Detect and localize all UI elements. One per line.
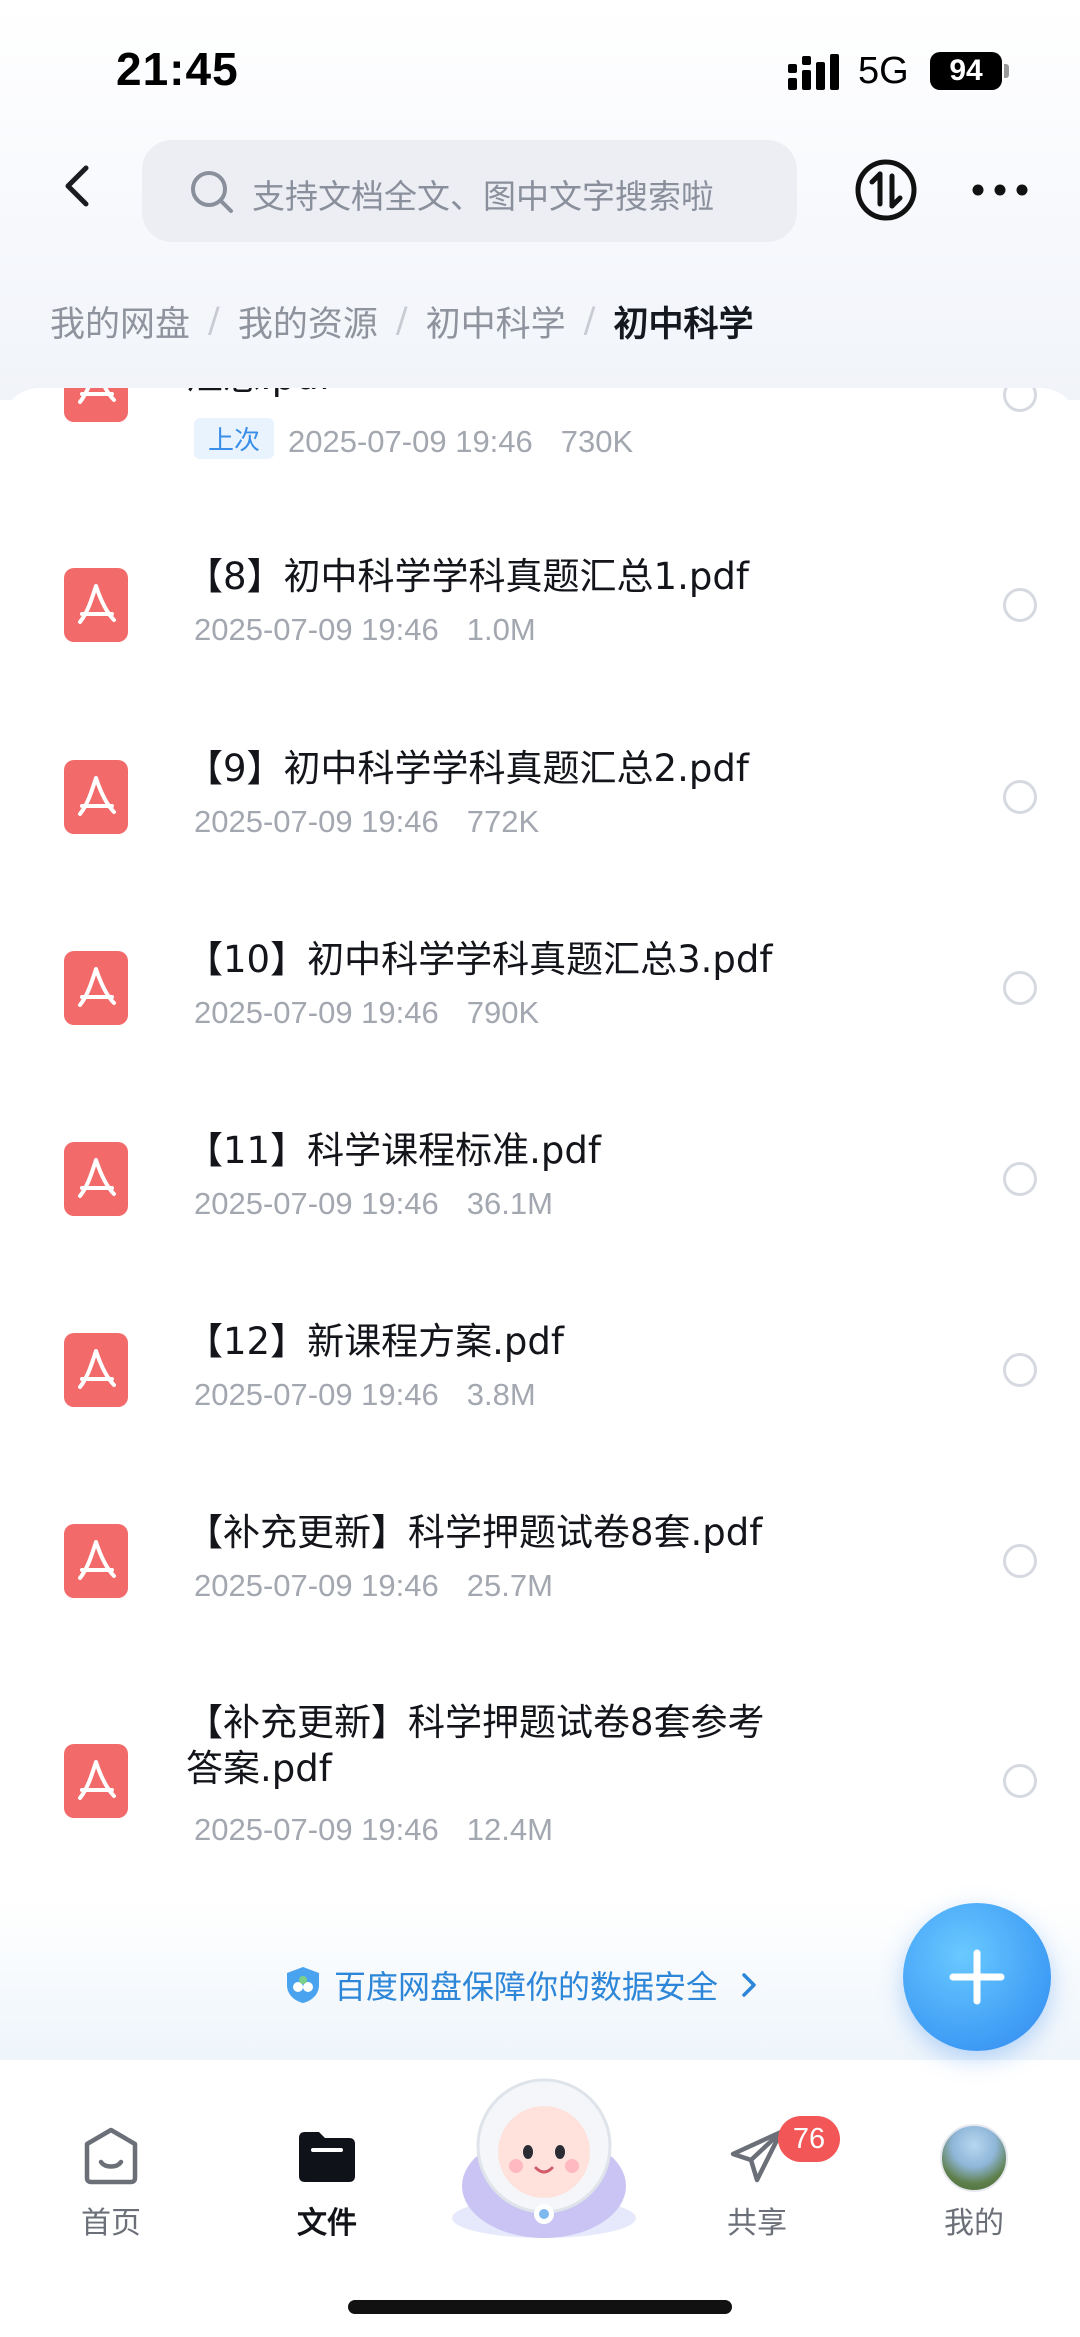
avatar — [940, 2124, 1008, 2192]
file-size: 790K — [466, 995, 540, 1030]
file-name: 【10】初中科学学科真题汇总3.pdf — [186, 938, 773, 981]
network-type: 5G — [858, 50, 909, 92]
file-date: 2025-07-09 19:46 — [194, 1812, 439, 1847]
battery-tip — [1004, 64, 1009, 78]
file-date: 2025-07-09 19:46 — [194, 612, 439, 647]
plus-icon — [949, 1949, 1005, 2005]
file-meta: 2025-07-09 19:46 3.8M — [194, 1377, 536, 1413]
pdf-file-icon — [64, 1744, 128, 1818]
file-row[interactable]: 汇总.pdf 上次 2025-07-09 19:46 730K — [0, 388, 1080, 468]
select-checkbox[interactable] — [1003, 971, 1037, 1005]
file-row[interactable]: 【11】科学课程标准.pdf 2025-07-09 19:46 36.1M — [0, 1112, 1080, 1302]
pdf-file-icon — [64, 760, 128, 834]
select-checkbox[interactable] — [1003, 388, 1037, 412]
file-size: 3.8M — [466, 1377, 536, 1412]
file-meta: 上次 2025-07-09 19:46 730K — [194, 418, 633, 460]
file-name: 【8】初中科学学科真题汇总1.pdf — [186, 555, 749, 598]
pdf-file-icon — [64, 1142, 128, 1216]
more-options-icon[interactable] — [970, 170, 1030, 210]
search-icon — [191, 171, 233, 213]
breadcrumb-current: 初中科学 — [613, 304, 754, 345]
status-time: 21:45 — [116, 43, 239, 95]
select-checkbox[interactable] — [1003, 1544, 1037, 1578]
breadcrumb-item[interactable]: 我的资源 — [238, 296, 378, 347]
file-meta: 2025-07-09 19:46 772K — [194, 804, 539, 840]
add-button[interactable] — [903, 1903, 1051, 2051]
search-input[interactable]: 支持文档全文、图中文字搜索啦 — [142, 140, 797, 242]
notification-badge: 76 — [778, 2116, 840, 2162]
pdf-file-icon — [64, 1333, 128, 1407]
file-name: 【12】新课程方案.pdf — [186, 1320, 564, 1363]
back-button[interactable] — [50, 158, 106, 214]
select-checkbox[interactable] — [1003, 588, 1037, 622]
transfer-icon[interactable] — [854, 158, 918, 222]
battery-level: 94 — [930, 52, 1002, 90]
tab-label: 我的 — [944, 2206, 1004, 2241]
tab-label: 文件 — [297, 2206, 357, 2241]
file-name: 【11】科学课程标准.pdf — [186, 1129, 601, 1172]
file-date: 2025-07-09 19:46 — [288, 424, 533, 459]
file-size: 1.0M — [466, 612, 536, 647]
file-meta: 2025-07-09 19:46 25.7M — [194, 1568, 553, 1604]
pdf-file-icon — [64, 388, 128, 422]
breadcrumb-item[interactable]: 初中科学 — [426, 296, 566, 347]
breadcrumb-item[interactable]: 我的网盘 — [50, 296, 190, 347]
file-row[interactable]: 【12】新课程方案.pdf 2025-07-09 19:46 3.8M — [0, 1303, 1080, 1493]
shield-icon — [287, 1967, 319, 2003]
file-meta: 2025-07-09 19:46 1.0M — [194, 612, 536, 648]
search-placeholder: 支持文档全文、图中文字搜索啦 — [252, 177, 714, 216]
file-meta: 2025-07-09 19:46 12.4M — [194, 1812, 553, 1848]
file-size: 730K — [560, 424, 634, 459]
file-row[interactable]: 【9】初中科学学科真题汇总2.pdf 2025-07-09 19:46 772K — [0, 730, 1080, 920]
tab-label: 共享 — [727, 2206, 787, 2241]
file-row[interactable]: 【补充更新】科学押题试卷8套.pdf 2025-07-09 19:46 25.7M — [0, 1494, 1080, 1684]
breadcrumb-separator: / — [208, 301, 220, 341]
pdf-file-icon — [64, 1524, 128, 1598]
chevron-right-icon — [742, 1973, 756, 1997]
select-checkbox[interactable] — [1003, 1764, 1037, 1798]
file-meta: 2025-07-09 19:46 36.1M — [194, 1186, 553, 1222]
file-row[interactable]: 【补充更新】科学押题试卷8套参考答案.pdf 2025-07-09 19:46 1… — [0, 1700, 1080, 1900]
file-list[interactable]: 汇总.pdf 上次 2025-07-09 19:46 730K 【8】初中科学学科真… — [0, 388, 1080, 2038]
tab-files[interactable]: 文件 — [262, 2124, 392, 2242]
file-row[interactable]: 【8】初中科学学科真题汇总1.pdf 2025-07-09 19:46 1.0M — [0, 538, 1080, 728]
breadcrumb-separator: / — [583, 301, 596, 341]
signal-icon — [788, 54, 839, 90]
status-bar: 21:45 5G 94 — [0, 0, 1080, 130]
file-size: 36.1M — [466, 1186, 553, 1221]
file-name: 汇总.pdf — [186, 388, 826, 400]
tab-me[interactable]: 我的 — [909, 2124, 1039, 2242]
tab-label: 首页 — [81, 2206, 141, 2241]
select-checkbox[interactable] — [1003, 1162, 1037, 1196]
breadcrumb-separator: / — [395, 301, 408, 341]
pdf-file-icon — [64, 951, 128, 1025]
home-indicator — [348, 2300, 732, 2314]
file-size: 12.4M — [466, 1812, 553, 1847]
safety-banner-text: 百度网盘保障你的数据安全 — [334, 1968, 719, 2006]
file-date: 2025-07-09 19:46 — [194, 804, 439, 839]
breadcrumb: 我的网盘 / 我的资源 / 初中科学 / 初中科学 — [50, 296, 753, 346]
tab-home[interactable]: 首页 — [46, 2124, 176, 2242]
file-size: 25.7M — [466, 1568, 553, 1603]
file-date: 2025-07-09 19:46 — [194, 1377, 439, 1412]
file-name: 【9】初中科学学科真题汇总2.pdf — [186, 747, 749, 790]
pdf-file-icon — [64, 568, 128, 642]
folder-icon — [299, 2132, 355, 2182]
file-date: 2025-07-09 19:46 — [194, 995, 439, 1030]
select-checkbox[interactable] — [1003, 1353, 1037, 1387]
file-name: 【补充更新】科学押题试卷8套参考答案.pdf — [186, 1701, 765, 1790]
file-date: 2025-07-09 19:46 — [194, 1186, 439, 1221]
last-opened-tag: 上次 — [194, 418, 275, 459]
file-name: 【补充更新】科学押题试卷8套.pdf — [186, 1511, 763, 1554]
file-meta: 2025-07-09 19:46 790K — [194, 995, 539, 1031]
file-row[interactable]: 【10】初中科学学科真题汇总3.pdf 2025-07-09 19:46 790K — [0, 921, 1080, 1111]
select-checkbox[interactable] — [1003, 780, 1037, 814]
assistant-mascot-icon[interactable] — [444, 2068, 644, 2238]
file-size: 772K — [466, 804, 540, 839]
home-icon — [84, 2127, 138, 2185]
file-date: 2025-07-09 19:46 — [194, 1568, 439, 1603]
